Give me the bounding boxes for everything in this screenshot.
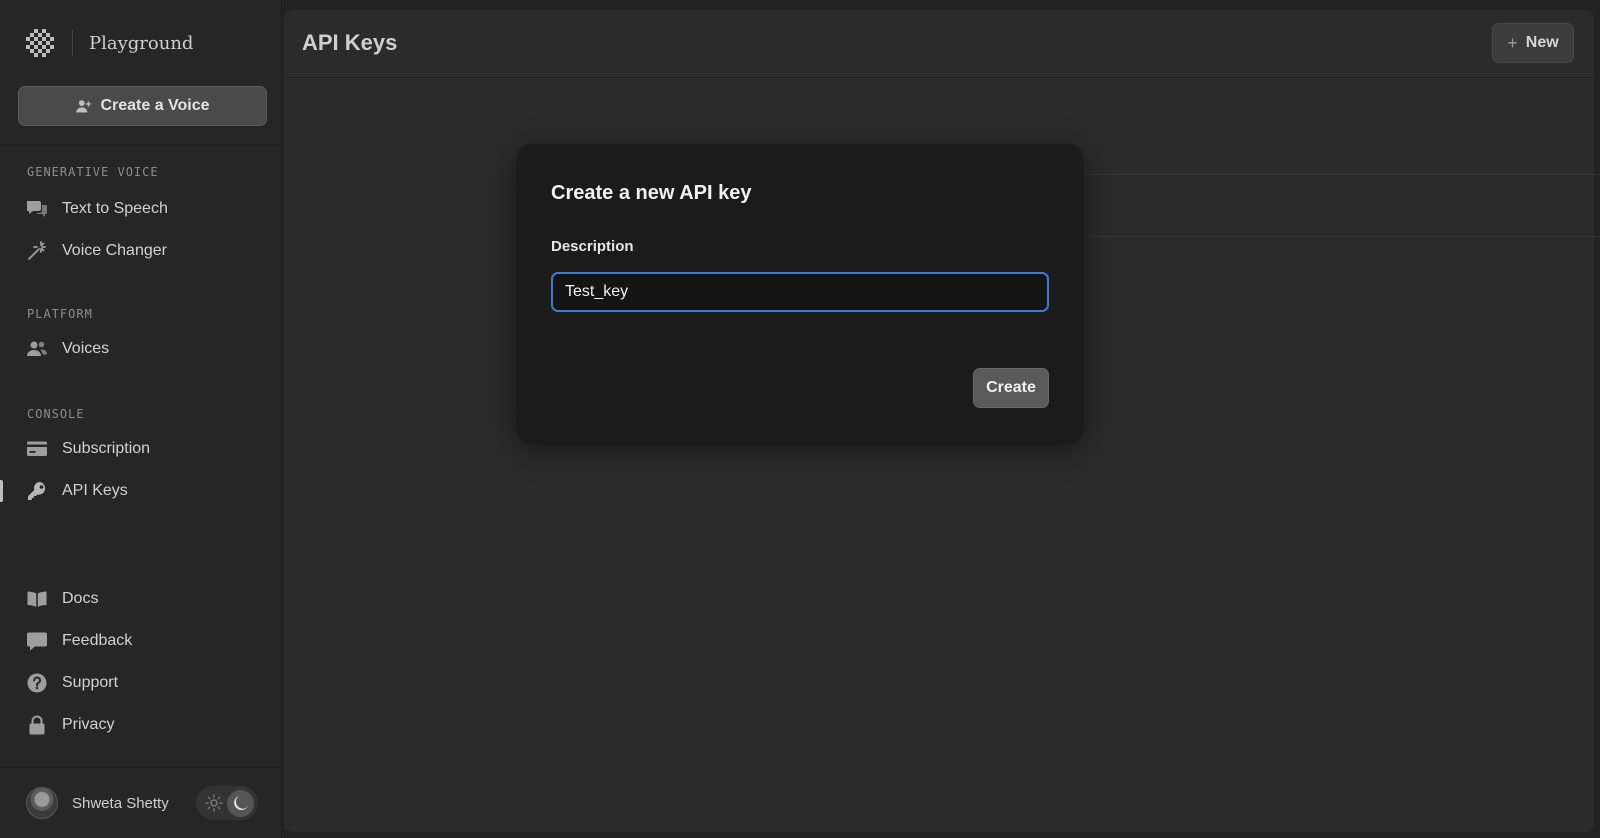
sidebar-item-label: Privacy xyxy=(62,716,115,733)
description-input[interactable] xyxy=(551,272,1049,312)
theme-toggle[interactable] xyxy=(196,786,258,820)
add-user-icon xyxy=(76,99,92,112)
create-voice-button[interactable]: Create a Voice xyxy=(18,86,267,126)
users-icon xyxy=(27,341,47,356)
page-header: API Keys + New xyxy=(284,10,1594,78)
sidebar-item-voice-changer[interactable]: Voice Changer xyxy=(26,236,266,266)
sidebar: Playground Create a Voice GENERATIVE VOI… xyxy=(0,0,282,838)
sidebar-item-label: Text to Speech xyxy=(62,200,168,217)
book-icon xyxy=(27,591,47,607)
plus-icon: + xyxy=(1507,32,1518,53)
user-profile[interactable]: Shweta Shetty xyxy=(26,786,169,820)
checker-logo-icon xyxy=(26,29,54,57)
magic-wand-icon xyxy=(28,241,46,260)
sidebar-footer-divider xyxy=(0,767,282,768)
sidebar-item-docs[interactable]: Docs xyxy=(26,584,266,614)
description-label: Description xyxy=(551,238,634,255)
create-voice-label: Create a Voice xyxy=(100,97,210,114)
sidebar-item-label: API Keys xyxy=(62,482,128,499)
brand-divider xyxy=(72,30,73,56)
moon-icon xyxy=(233,796,248,810)
avatar xyxy=(26,787,58,819)
sidebar-item-label: Support xyxy=(62,674,119,691)
dialog-title: Create a new API key xyxy=(551,182,752,204)
user-name: Shweta Shetty xyxy=(72,794,169,812)
section-label-platform: PLATFORM xyxy=(27,307,93,321)
create-api-key-dialog: Create a new API key Description Create xyxy=(516,144,1084,444)
credit-card-icon xyxy=(27,441,47,456)
sidebar-item-support[interactable]: Support xyxy=(26,668,266,698)
sidebar-item-label: Feedback xyxy=(62,632,133,649)
dark-mode-button[interactable] xyxy=(227,789,254,817)
sidebar-item-voices[interactable]: Voices xyxy=(26,334,266,364)
sidebar-item-subscription[interactable]: Subscription xyxy=(26,434,266,464)
active-item-marker xyxy=(0,480,3,502)
sun-icon[interactable] xyxy=(204,793,224,813)
sidebar-item-feedback[interactable]: Feedback xyxy=(26,626,266,656)
chat-bubble-icon xyxy=(27,632,47,651)
sidebar-item-label: Subscription xyxy=(62,440,151,457)
speech-bubbles-icon xyxy=(27,201,47,217)
sidebar-divider xyxy=(0,145,282,146)
new-api-key-button[interactable]: + New xyxy=(1492,23,1574,63)
section-label-console: CONSOLE xyxy=(27,407,85,421)
lock-icon xyxy=(29,715,45,735)
sidebar-item-label: Voices xyxy=(62,340,110,357)
section-label-generative-voice: GENERATIVE VOICE xyxy=(27,165,159,179)
app-window: Playground Create a Voice GENERATIVE VOI… xyxy=(0,0,1600,838)
question-icon xyxy=(27,673,47,693)
brand-name: Playground xyxy=(89,32,194,54)
sidebar-item-api-keys[interactable]: API Keys xyxy=(26,476,266,506)
sidebar-item-privacy[interactable]: Privacy xyxy=(26,710,266,740)
sidebar-item-label: Docs xyxy=(62,590,99,607)
sidebar-item-text-to-speech[interactable]: Text to Speech xyxy=(26,194,266,224)
page-title: API Keys xyxy=(302,30,398,55)
brand[interactable]: Playground xyxy=(26,26,193,60)
sidebar-item-label: Voice Changer xyxy=(62,242,167,259)
create-button[interactable]: Create xyxy=(973,368,1049,408)
key-icon xyxy=(28,482,46,500)
new-button-label: New xyxy=(1525,34,1559,51)
